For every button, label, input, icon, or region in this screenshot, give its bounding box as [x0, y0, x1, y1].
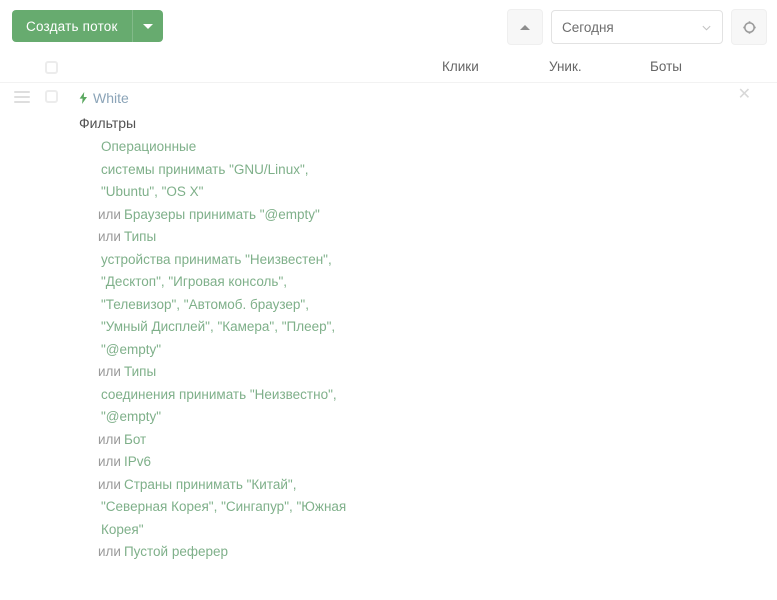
date-range-select[interactable]: Сегодня [551, 10, 723, 44]
filter-text: "@empty" [101, 409, 162, 424]
select-all-checkbox-wrapper[interactable] [45, 61, 58, 74]
filter-text: системы принимать "GNU/Linux", [101, 161, 309, 177]
filter-line: Корея" [98, 519, 398, 542]
filter-text: Операционные [101, 139, 197, 154]
filter-conjunction: или [98, 454, 121, 469]
filter-conjunction: или [98, 476, 121, 492]
filter-line: или Страны принимать "Китай", [98, 474, 398, 497]
filter-line: или IPv6 [98, 451, 398, 474]
filter-line: или Типы [98, 226, 398, 249]
filter-text: Корея" [101, 521, 144, 537]
filter-line: "Северная Корея", "Сингапур", "Южная [98, 496, 398, 519]
stream-name-link[interactable]: White [93, 90, 129, 106]
filter-text: Браузеры принимать "@empty" [123, 206, 320, 222]
filter-text: Типы [123, 229, 157, 244]
row-checkbox[interactable] [45, 90, 58, 103]
filter-text: Страны принимать "Китай", [123, 476, 297, 492]
close-icon[interactable]: ✕ [738, 87, 751, 103]
table-row: ✕ White Фильтры Операционные системы при… [0, 83, 777, 564]
table-header-row: Клики Уник. Боты [0, 52, 777, 83]
filter-conjunction: или [98, 431, 121, 447]
filter-text: "Телевизор", "Автомоб. браузер", [101, 296, 309, 312]
create-stream-button[interactable]: Создать поток [12, 10, 163, 42]
filter-text: "Десктоп", "Игровая консоль", [101, 274, 288, 289]
filter-text: IPv6 [123, 454, 151, 469]
toolbar-right-controls: Сегодня [507, 9, 767, 45]
column-header-bots[interactable]: Боты [650, 59, 682, 74]
filter-line: или Типы [98, 361, 398, 384]
drag-line [14, 96, 30, 98]
filters-list: Операционные системы принимать "GNU/Linu… [79, 136, 477, 564]
row-content: White Фильтры Операционные системы прини… [79, 89, 777, 564]
row-checkbox-wrapper[interactable] [45, 90, 58, 103]
column-header-unique[interactable]: Уник. [549, 59, 582, 74]
refresh-icon [742, 20, 756, 34]
filter-line: Операционные [98, 136, 398, 159]
filter-line: системы принимать "GNU/Linux", [98, 159, 398, 182]
filter-text: "@empty" [101, 341, 162, 357]
filter-text: "Северная Корея", "Сингапур", "Южная [101, 499, 347, 514]
filter-text: "Умный Дисплей", "Камера", "Плеер", [101, 319, 336, 334]
stream-title: White [79, 89, 477, 107]
collapse-button[interactable] [507, 9, 543, 45]
filter-conjunction: или [98, 229, 121, 244]
drag-line [14, 101, 30, 103]
filter-line: или Бот [98, 429, 398, 452]
filter-line: "Телевизор", "Автомоб. браузер", [98, 294, 398, 317]
filter-line: "@empty" [98, 339, 398, 362]
chevron-down-icon [142, 23, 153, 29]
filter-line: или Браузеры принимать "@empty" [98, 204, 398, 227]
date-range-value: Сегодня [562, 19, 614, 35]
filter-text: Типы [123, 364, 157, 379]
filter-text: устройства принимать "Неизвестен", [101, 251, 332, 267]
filter-line: "Умный Дисплей", "Камера", "Плеер", [98, 316, 398, 339]
drag-line [14, 91, 30, 93]
top-toolbar: Создать поток Сегодня [0, 0, 777, 52]
filter-text: Бот [123, 431, 147, 447]
create-stream-dropdown-toggle[interactable] [133, 23, 163, 29]
filter-text: соединения принимать "Неизвестно", [101, 386, 337, 402]
refresh-button[interactable] [731, 9, 767, 45]
filter-line: "Десктоп", "Игровая консоль", [98, 271, 398, 294]
filters-label: Фильтры [79, 115, 137, 131]
filter-line: "Ubuntu", "OS X" [98, 181, 398, 204]
create-stream-label: Создать поток [26, 18, 118, 34]
chevron-down-icon [702, 25, 711, 31]
chevron-up-icon [520, 24, 530, 30]
bolt-icon [79, 92, 87, 104]
filter-conjunction: или [98, 206, 121, 222]
select-all-checkbox[interactable] [45, 61, 58, 74]
filter-conjunction: или [98, 364, 121, 379]
filter-text: "Ubuntu", "OS X" [101, 184, 204, 199]
column-header-clicks[interactable]: Клики [442, 59, 479, 74]
filter-text: Пустой реферер [123, 544, 229, 559]
filter-line: "@empty" [98, 406, 398, 429]
filter-line: устройства принимать "Неизвестен", [98, 249, 398, 272]
drag-handle-icon[interactable] [14, 91, 30, 106]
filter-line: или Пустой реферер [98, 541, 398, 564]
filter-line: соединения принимать "Неизвестно", [98, 384, 398, 407]
filter-conjunction: или [98, 544, 121, 559]
